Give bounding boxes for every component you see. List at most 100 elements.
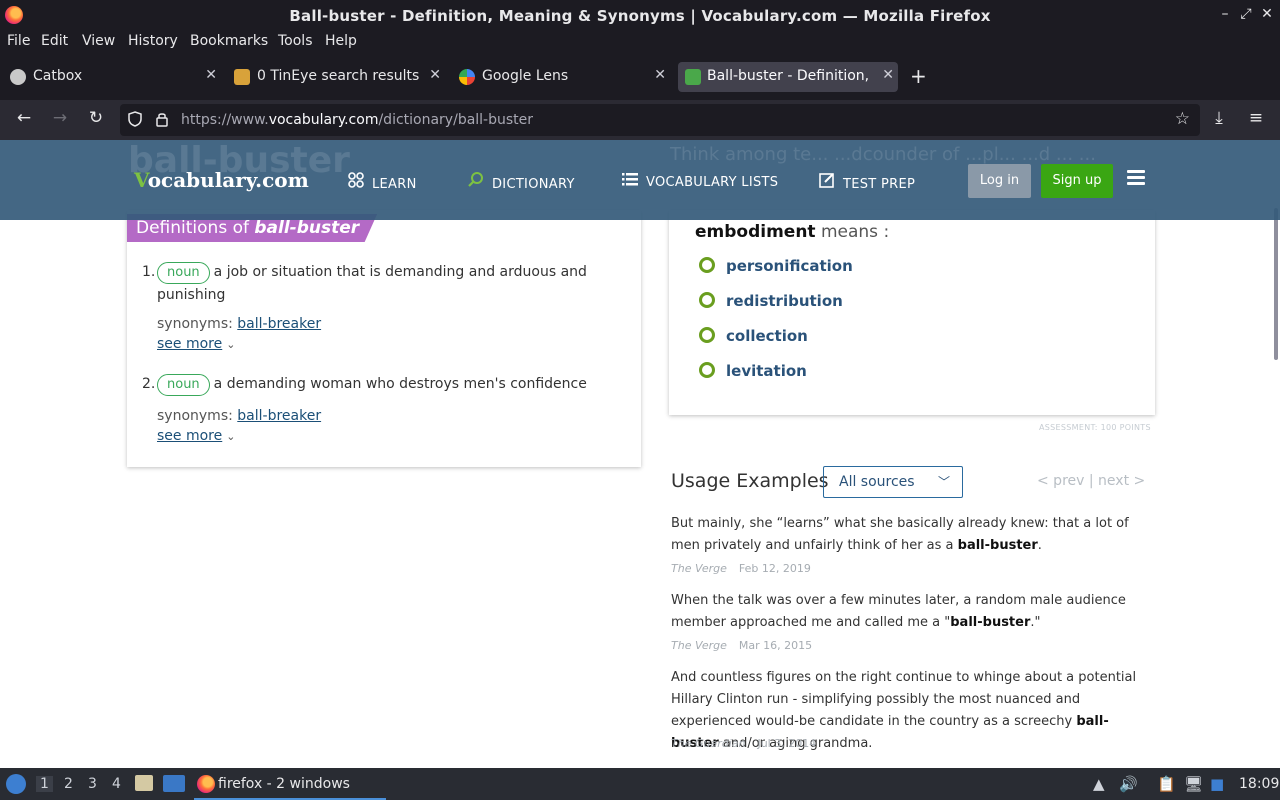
menu-history[interactable]: History: [128, 33, 178, 49]
see-more-link[interactable]: see more: [157, 428, 222, 444]
close-tab-icon[interactable]: ✕: [429, 67, 441, 83]
workspace-3[interactable]: 3: [88, 776, 97, 792]
clock: 18:09: [1239, 776, 1280, 792]
tab-tineye[interactable]: 0 TinEye search results ✕: [230, 62, 445, 92]
site-header: ball-buster Think among te... ...dcounde…: [0, 140, 1280, 220]
synonyms-line: synonyms: ball-breaker: [157, 316, 322, 332]
workspace-1[interactable]: 1: [36, 776, 53, 792]
chevron-down-icon[interactable]: ⌄: [226, 429, 235, 445]
app-menu-icon[interactable]: ≡: [1244, 108, 1268, 128]
workspace-4[interactable]: 4: [112, 776, 121, 792]
source-name[interactable]: The Guardian: [671, 737, 745, 750]
url-text[interactable]: https://www.vocabulary.com/dictionary/ba…: [181, 112, 533, 128]
hamburger-menu-icon[interactable]: [1127, 170, 1145, 186]
source-date: Mar 16, 2015: [738, 639, 813, 652]
tab-label: Google Lens: [482, 68, 569, 84]
window-title: Ball-buster - Definition, Meaning & Syno…: [289, 7, 991, 25]
shield-icon[interactable]: [128, 111, 142, 131]
close-tab-icon[interactable]: ✕: [882, 67, 894, 83]
assessment-points: ASSESSMENT: 100 POINTS: [1039, 423, 1151, 432]
clipboard-icon[interactable]: 📋: [1157, 775, 1176, 793]
volume-icon[interactable]: 🔊: [1119, 775, 1138, 793]
usage-example: But mainly, she “learns” what she basica…: [671, 516, 1129, 553]
title-bar: Ball-buster - Definition, Meaning & Syno…: [0, 0, 1280, 30]
synonym-link[interactable]: ball-breaker: [237, 408, 321, 424]
menu-view[interactable]: View: [82, 33, 115, 49]
definition-number: 1.: [142, 264, 156, 280]
taskbar-firefox-window[interactable]: firefox - 2 windows: [194, 768, 386, 800]
file-manager-icon[interactable]: [135, 775, 153, 791]
vocabulary-logo[interactable]: Vocabulary.com: [134, 168, 309, 192]
pager-separator: |: [1088, 473, 1094, 489]
minimize-button[interactable]: –: [1216, 6, 1234, 22]
source-date: Jul 3, 2014: [757, 737, 817, 750]
nav-learn[interactable]: LEARN: [346, 172, 417, 192]
forward-button[interactable]: →: [48, 108, 72, 128]
source-name[interactable]: The Verge: [671, 639, 727, 652]
tab-ball-buster[interactable]: Ball-buster - Definition, M ✕: [678, 62, 898, 92]
url-bar[interactable]: https://www.vocabulary.com/dictionary/ba…: [120, 104, 1200, 136]
maximize-button[interactable]: ⤢: [1237, 6, 1255, 22]
tab-google-lens[interactable]: Google Lens ✕: [455, 62, 670, 92]
usage-examples-title: Usage Examples: [671, 470, 829, 492]
menu-file[interactable]: File: [7, 33, 30, 49]
cat-icon: [10, 69, 26, 85]
menu-tools[interactable]: Tools: [278, 33, 313, 49]
new-tab-button[interactable]: +: [910, 64, 927, 88]
definition-number: 2.: [142, 376, 156, 392]
download-icon[interactable]: ⤓: [1207, 108, 1231, 128]
menu-edit[interactable]: Edit: [41, 33, 68, 49]
tab-catbox[interactable]: Catbox ✕: [6, 62, 221, 92]
source-name[interactable]: The Verge: [671, 562, 727, 575]
menu-help[interactable]: Help: [325, 33, 357, 49]
lock-icon[interactable]: [156, 111, 168, 131]
next-link[interactable]: next >: [1098, 473, 1145, 489]
synonyms-line: synonyms: ball-breaker: [157, 408, 322, 424]
tray-up-icon[interactable]: ▲: [1093, 775, 1105, 793]
reload-button[interactable]: ↻: [84, 108, 108, 128]
quiz-option[interactable]: levitation: [699, 362, 807, 380]
see-more-link[interactable]: see more: [157, 336, 222, 352]
vocabulary-check-icon: [685, 69, 701, 85]
edit-icon: [817, 172, 837, 192]
close-window-button[interactable]: ✕: [1258, 6, 1276, 22]
page-content: Definitions of ball-buster 1. noun a job …: [0, 140, 1280, 768]
chevron-down-icon[interactable]: ⌄: [226, 337, 235, 353]
radio-ring-icon: [699, 257, 715, 273]
tab-bar: Catbox ✕ 0 TinEye search results ✕ Googl…: [0, 54, 1280, 100]
quiz-card: embodiment means : personification redis…: [669, 210, 1155, 415]
grid-icon: [346, 172, 366, 192]
notification-icon[interactable]: ■: [1210, 775, 1224, 793]
network-icon[interactable]: 🖥: [1184, 775, 1203, 793]
login-button[interactable]: Log in: [968, 164, 1031, 198]
synonym-link[interactable]: ball-breaker: [237, 316, 321, 332]
examples-pager: < prev | next >: [1037, 473, 1145, 489]
prev-link[interactable]: < prev: [1037, 473, 1084, 489]
firefox-icon: [197, 775, 215, 793]
nav-test-prep[interactable]: TEST PREP: [817, 172, 915, 192]
start-menu-icon[interactable]: [6, 774, 26, 794]
search-icon: [466, 172, 486, 192]
signup-button[interactable]: Sign up: [1041, 164, 1113, 198]
terminal-icon[interactable]: [163, 775, 185, 792]
quiz-option[interactable]: collection: [699, 327, 808, 345]
menu-bar: File Edit View History Bookmarks Tools H…: [0, 30, 1280, 54]
quiz-option[interactable]: personification: [699, 257, 853, 275]
menu-bookmarks[interactable]: Bookmarks: [190, 33, 268, 49]
part-of-speech-badge: noun: [157, 262, 210, 284]
usage-example: When the talk was over a few minutes lat…: [671, 593, 1126, 630]
quiz-option[interactable]: redistribution: [699, 292, 843, 310]
nav-vocabulary-lists[interactable]: VOCABULARY LISTS: [620, 172, 778, 190]
close-tab-icon[interactable]: ✕: [654, 67, 666, 83]
part-of-speech-badge: noun: [157, 374, 210, 396]
source-date: Feb 12, 2019: [738, 562, 811, 575]
sources-dropdown[interactable]: All sources ﹀: [823, 466, 963, 498]
definition-text: a demanding woman who destroys men's con…: [213, 376, 587, 392]
back-button[interactable]: ←: [12, 108, 36, 128]
bookmark-star-icon[interactable]: ☆: [1175, 109, 1190, 129]
nav-dictionary[interactable]: DICTIONARY: [466, 172, 575, 192]
radio-ring-icon: [699, 292, 715, 308]
page-scrollbar[interactable]: [1274, 208, 1278, 360]
close-tab-icon[interactable]: ✕: [205, 67, 217, 83]
workspace-2[interactable]: 2: [64, 776, 73, 792]
